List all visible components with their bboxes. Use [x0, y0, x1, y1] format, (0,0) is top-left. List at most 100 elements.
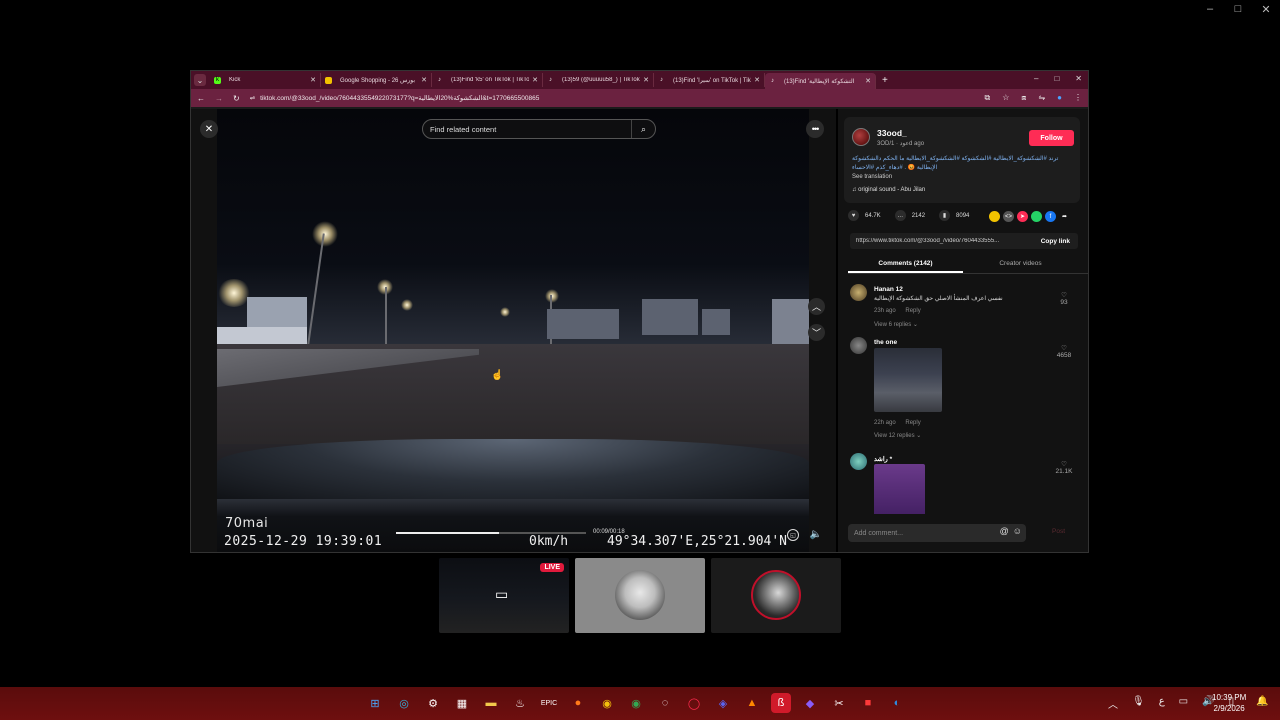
app-chat-icon[interactable]: ■	[858, 693, 878, 713]
chrome-icon[interactable]: ◉	[597, 693, 617, 713]
reload-icon[interactable]: ↻	[233, 94, 240, 103]
search-icon[interactable]: ⌕	[631, 120, 655, 138]
more-options-button[interactable]: •••	[806, 120, 824, 138]
url-field[interactable]: ⇌ tiktok.com/@33ood_/video/7604433554922…	[250, 94, 975, 102]
microphone-icon[interactable]: 🎙	[1132, 696, 1145, 711]
video-player[interactable]: ☝ Find related content ⌕ 70mai 2025-12-2…	[217, 109, 809, 552]
tab-google-shopping[interactable]: Google Shopping - 26 بورس ✕	[321, 73, 432, 87]
capcut-icon[interactable]: ✂	[829, 693, 849, 713]
commenter-avatar[interactable]	[850, 453, 867, 470]
bookmark-icon[interactable]: ▮	[939, 210, 951, 221]
embed-icon[interactable]: <>	[1003, 211, 1014, 222]
menu-icon[interactable]: ⋮	[1074, 93, 1082, 103]
close-icon[interactable]: ✕	[865, 77, 871, 85]
network-icon[interactable]: ▭	[1179, 696, 1188, 711]
share-tiktok-icon[interactable]: ➤	[1017, 211, 1028, 222]
commenter-name[interactable]: Hanan 12	[874, 286, 903, 293]
orange-app-icon[interactable]: ●	[568, 693, 588, 713]
obs-icon[interactable]: ◌	[655, 693, 675, 713]
reply-link[interactable]: Reply	[905, 308, 920, 314]
share-friends-icon[interactable]	[989, 211, 1000, 222]
camera-thumbnail[interactable]	[575, 558, 705, 633]
view-replies-link[interactable]: View 6 replies ⌄	[874, 321, 918, 328]
chrome-profile-icon[interactable]: ◉	[626, 693, 646, 713]
tab-tiktok-k5[interactable]: ♪ (13)Find 'k5' on TikTok | TikTok ✕	[432, 73, 543, 87]
outer-close-button[interactable]: ✕	[1260, 3, 1272, 16]
heart-icon[interactable]: ♥	[848, 210, 859, 221]
extensions-icon[interactable]: ⧈	[1021, 93, 1026, 103]
tab-tiktok-active[interactable]: ♪ (13)Find 'التشكوكة الإيطالية ✕	[765, 73, 876, 89]
tab-search-button[interactable]: ⌄	[194, 74, 206, 86]
tab-tiktok-profile[interactable]: ♪ (13)59 (@uuuuu58_) | TikTok ✕	[543, 73, 654, 87]
edge-icon[interactable]: ◎	[394, 693, 414, 713]
discord-icon[interactable]: ◈	[713, 693, 733, 713]
install-icon[interactable]: ⧉	[984, 93, 990, 103]
chevron-up-icon[interactable]: ︿	[1108, 696, 1118, 711]
app-red-icon[interactable]: ß	[771, 693, 791, 713]
emoji-icon[interactable]: ☺	[1013, 526, 1022, 536]
tab-comments[interactable]: Comments (2142)	[848, 257, 963, 273]
commenter-name[interactable]: راشد *	[874, 455, 892, 463]
close-icon[interactable]: ✕	[310, 76, 316, 84]
back-icon[interactable]: ←	[197, 94, 205, 103]
vlc-icon[interactable]: ▲	[742, 693, 762, 713]
windows-start-icon[interactable]: ⊞	[365, 693, 385, 713]
comment-like[interactable]: ♡ 21.1K	[1054, 460, 1074, 475]
author-name[interactable]: 33ood_	[877, 128, 907, 138]
comment-image[interactable]	[874, 464, 925, 514]
file-explorer-icon[interactable]: ▬	[481, 693, 501, 713]
share-more-icon[interactable]: ➦	[1059, 211, 1070, 222]
sound-link[interactable]: ♫ original sound - Abu Jilan	[852, 187, 925, 193]
forward-icon[interactable]: →	[215, 94, 223, 103]
video-link[interactable]: https://www.tiktok.com/@33ood_/video/760…	[856, 238, 1033, 244]
opera-gx-icon[interactable]: ◯	[684, 693, 704, 713]
tab-creator-videos[interactable]: Creator videos	[963, 257, 1078, 273]
view-replies-link[interactable]: View 12 replies ⌄	[874, 432, 921, 439]
app-purple-icon[interactable]: ◆	[800, 693, 820, 713]
previous-video-button[interactable]: ︿	[808, 298, 825, 315]
close-icon[interactable]: ✕	[421, 76, 427, 84]
comment-like[interactable]: ♡ 4658	[1054, 344, 1074, 359]
comment-icon[interactable]: …	[894, 210, 906, 221]
split-view-icon[interactable]: ⇋	[1038, 93, 1045, 103]
close-button[interactable]: ✕	[1075, 74, 1082, 83]
commenter-avatar[interactable]	[850, 337, 867, 354]
next-video-button[interactable]: ﹀	[808, 324, 825, 341]
reply-link[interactable]: Reply	[905, 420, 920, 426]
clock[interactable]: 10:39 PM 2/9/2026	[1212, 692, 1246, 714]
store-icon[interactable]: ▦	[452, 693, 472, 713]
follow-button[interactable]: Follow	[1029, 130, 1074, 146]
volume-icon[interactable]: 🔈	[808, 526, 824, 542]
comment-like[interactable]: ♡ 93	[1054, 291, 1074, 306]
mention-icon[interactable]: @	[1000, 526, 1009, 536]
post-button[interactable]: Post	[1052, 528, 1065, 535]
app-blue-icon[interactable]: ◐	[887, 693, 907, 713]
see-translation-link[interactable]: See translation	[852, 174, 892, 180]
participant-thumbnail[interactable]	[711, 558, 841, 633]
facebook-icon[interactable]: f	[1045, 211, 1056, 222]
find-related-search[interactable]: Find related content ⌕	[422, 119, 656, 139]
steam-icon[interactable]: ♨	[510, 693, 530, 713]
site-info-icon[interactable]: ⇌	[250, 94, 255, 102]
live-stream-thumbnail[interactable]: LIVE ▭	[439, 558, 569, 633]
tab-tiktok-search[interactable]: ♪ (13)Find 'سيرا' on TikTok | TikTok ✕	[654, 73, 765, 87]
language-indicator[interactable]: ع	[1159, 696, 1165, 711]
add-comment-input[interactable]: Add comment... @ ☺	[848, 524, 1026, 542]
author-avatar[interactable]	[852, 128, 870, 146]
tab-kick[interactable]: k Kick ✕	[210, 73, 321, 87]
whatsapp-icon[interactable]	[1031, 211, 1042, 222]
profile-avatar-icon[interactable]: ●	[1057, 93, 1062, 103]
copy-link-button[interactable]: Copy link	[1033, 238, 1078, 245]
settings-gear-icon[interactable]: ⚙	[423, 693, 443, 713]
minimize-button[interactable]: –	[1034, 74, 1038, 83]
commenter-name[interactable]: the one	[874, 339, 897, 346]
close-icon[interactable]: ✕	[532, 76, 538, 84]
comment-image[interactable]	[874, 348, 942, 412]
new-tab-button[interactable]: +	[882, 75, 888, 86]
picture-in-picture-icon[interactable]: ◱	[787, 529, 799, 541]
outer-maximize-button[interactable]: □	[1232, 3, 1244, 16]
bookmark-star-icon[interactable]: ☆	[1002, 93, 1009, 103]
close-video-button[interactable]: ✕	[200, 120, 218, 138]
epic-games-icon[interactable]: EPIC	[539, 693, 559, 713]
outer-minimize-button[interactable]: –	[1204, 3, 1216, 16]
